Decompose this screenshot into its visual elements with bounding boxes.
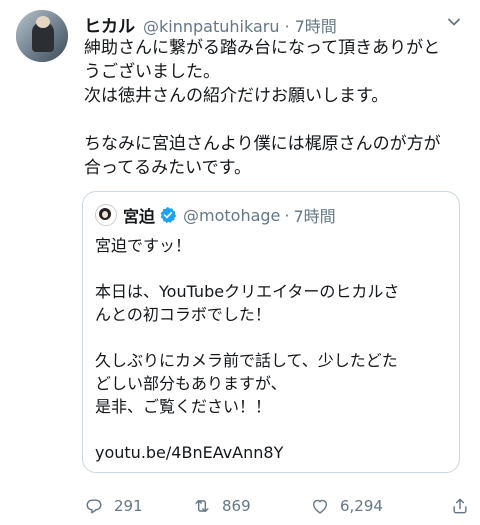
header-separator: · bbox=[284, 17, 290, 36]
author-name[interactable]: ヒカル bbox=[84, 12, 135, 37]
quoted-author-name: 宮迫 bbox=[123, 207, 156, 226]
quoted-text-line: 久しぶりにカメラ前で話して、少したどた bbox=[95, 351, 398, 370]
quoted-header-separator: · bbox=[284, 205, 290, 225]
quoted-author-avatar bbox=[95, 204, 117, 226]
like-icon bbox=[312, 499, 328, 514]
retweet-button[interactable]: 869 bbox=[192, 494, 251, 518]
tweet-text: 紳助さんに繋がる踏み台になって頂きありがと うございました。 次は徳井さんの紹介… bbox=[84, 36, 468, 180]
author-avatar[interactable] bbox=[16, 10, 68, 62]
tweet-actions: 291 869 6,294 bbox=[84, 494, 474, 518]
like-count: 6,294 bbox=[340, 497, 383, 515]
quoted-text-line: んとの初コラボでした！ bbox=[95, 305, 271, 324]
avatar-face bbox=[36, 16, 50, 28]
tweet-text-line: 次は徳井さんの紹介だけお願いします。 bbox=[84, 86, 389, 106]
quoted-author-handle: @motohage bbox=[183, 205, 281, 225]
quoted-text-line bbox=[95, 326, 449, 349]
verified-icon bbox=[160, 207, 177, 224]
quoted-text-line bbox=[95, 418, 449, 441]
like-button[interactable]: 6,294 bbox=[310, 494, 383, 518]
quoted-tweet-time: 7時間 bbox=[293, 207, 336, 226]
quoted-text-line: 是非、ご覧ください！！ bbox=[95, 397, 272, 416]
tweet-text-line: うございました。 bbox=[84, 62, 220, 82]
quoted-tweet[interactable]: 宮迫 @motohage · 7時間 宮迫ですッ！ 本日は、YouTubeクリエ… bbox=[82, 191, 460, 473]
quoted-text-line: どしい部分もありますが、 bbox=[95, 374, 287, 393]
quoted-tweet-header: 宮迫 @motohage · 7時間 bbox=[123, 204, 336, 227]
tweet-text-line: 合ってるみたいです。 bbox=[84, 158, 251, 178]
tweet-time[interactable]: 7時間 bbox=[295, 13, 337, 37]
tweet-text-line: ちなみに宮迫さんより僕には梶原さんのが方が bbox=[84, 134, 441, 154]
chevron-down-icon[interactable] bbox=[446, 14, 462, 30]
quoted-link[interactable]: youtu.be/4BnEAvAnn8Y bbox=[95, 441, 449, 464]
tweet[interactable]: ヒカル @kinnpatuhikaru · 7時間 紳助さんに繋がる踏み台になっ… bbox=[0, 0, 480, 525]
quoted-text-line bbox=[95, 257, 449, 280]
reply-count: 291 bbox=[114, 497, 143, 515]
quoted-text-line: 本日は、YouTubeクリエイターのヒカルさ bbox=[95, 282, 400, 301]
quoted-text-line: 宮迫ですッ！ bbox=[95, 236, 192, 255]
reply-button[interactable]: 291 bbox=[84, 494, 143, 518]
quoted-tweet-text: 宮迫ですッ！ 本日は、YouTubeクリエイターのヒカルさ んとの初コラボでした… bbox=[95, 234, 449, 464]
author-handle[interactable]: @kinnpatuhikaru bbox=[143, 17, 279, 36]
reply-icon bbox=[86, 499, 102, 514]
share-icon bbox=[453, 498, 467, 514]
tweet-header: ヒカル @kinnpatuhikaru · 7時間 bbox=[84, 12, 337, 37]
share-button[interactable] bbox=[450, 494, 480, 518]
quoted-avatar-face bbox=[102, 211, 108, 218]
tweet-text-line: 紳助さんに繋がる踏み台になって頂きありがと bbox=[84, 38, 441, 58]
retweet-count: 869 bbox=[222, 497, 251, 515]
tweet-text-line bbox=[84, 108, 468, 132]
retweet-icon bbox=[195, 499, 209, 513]
